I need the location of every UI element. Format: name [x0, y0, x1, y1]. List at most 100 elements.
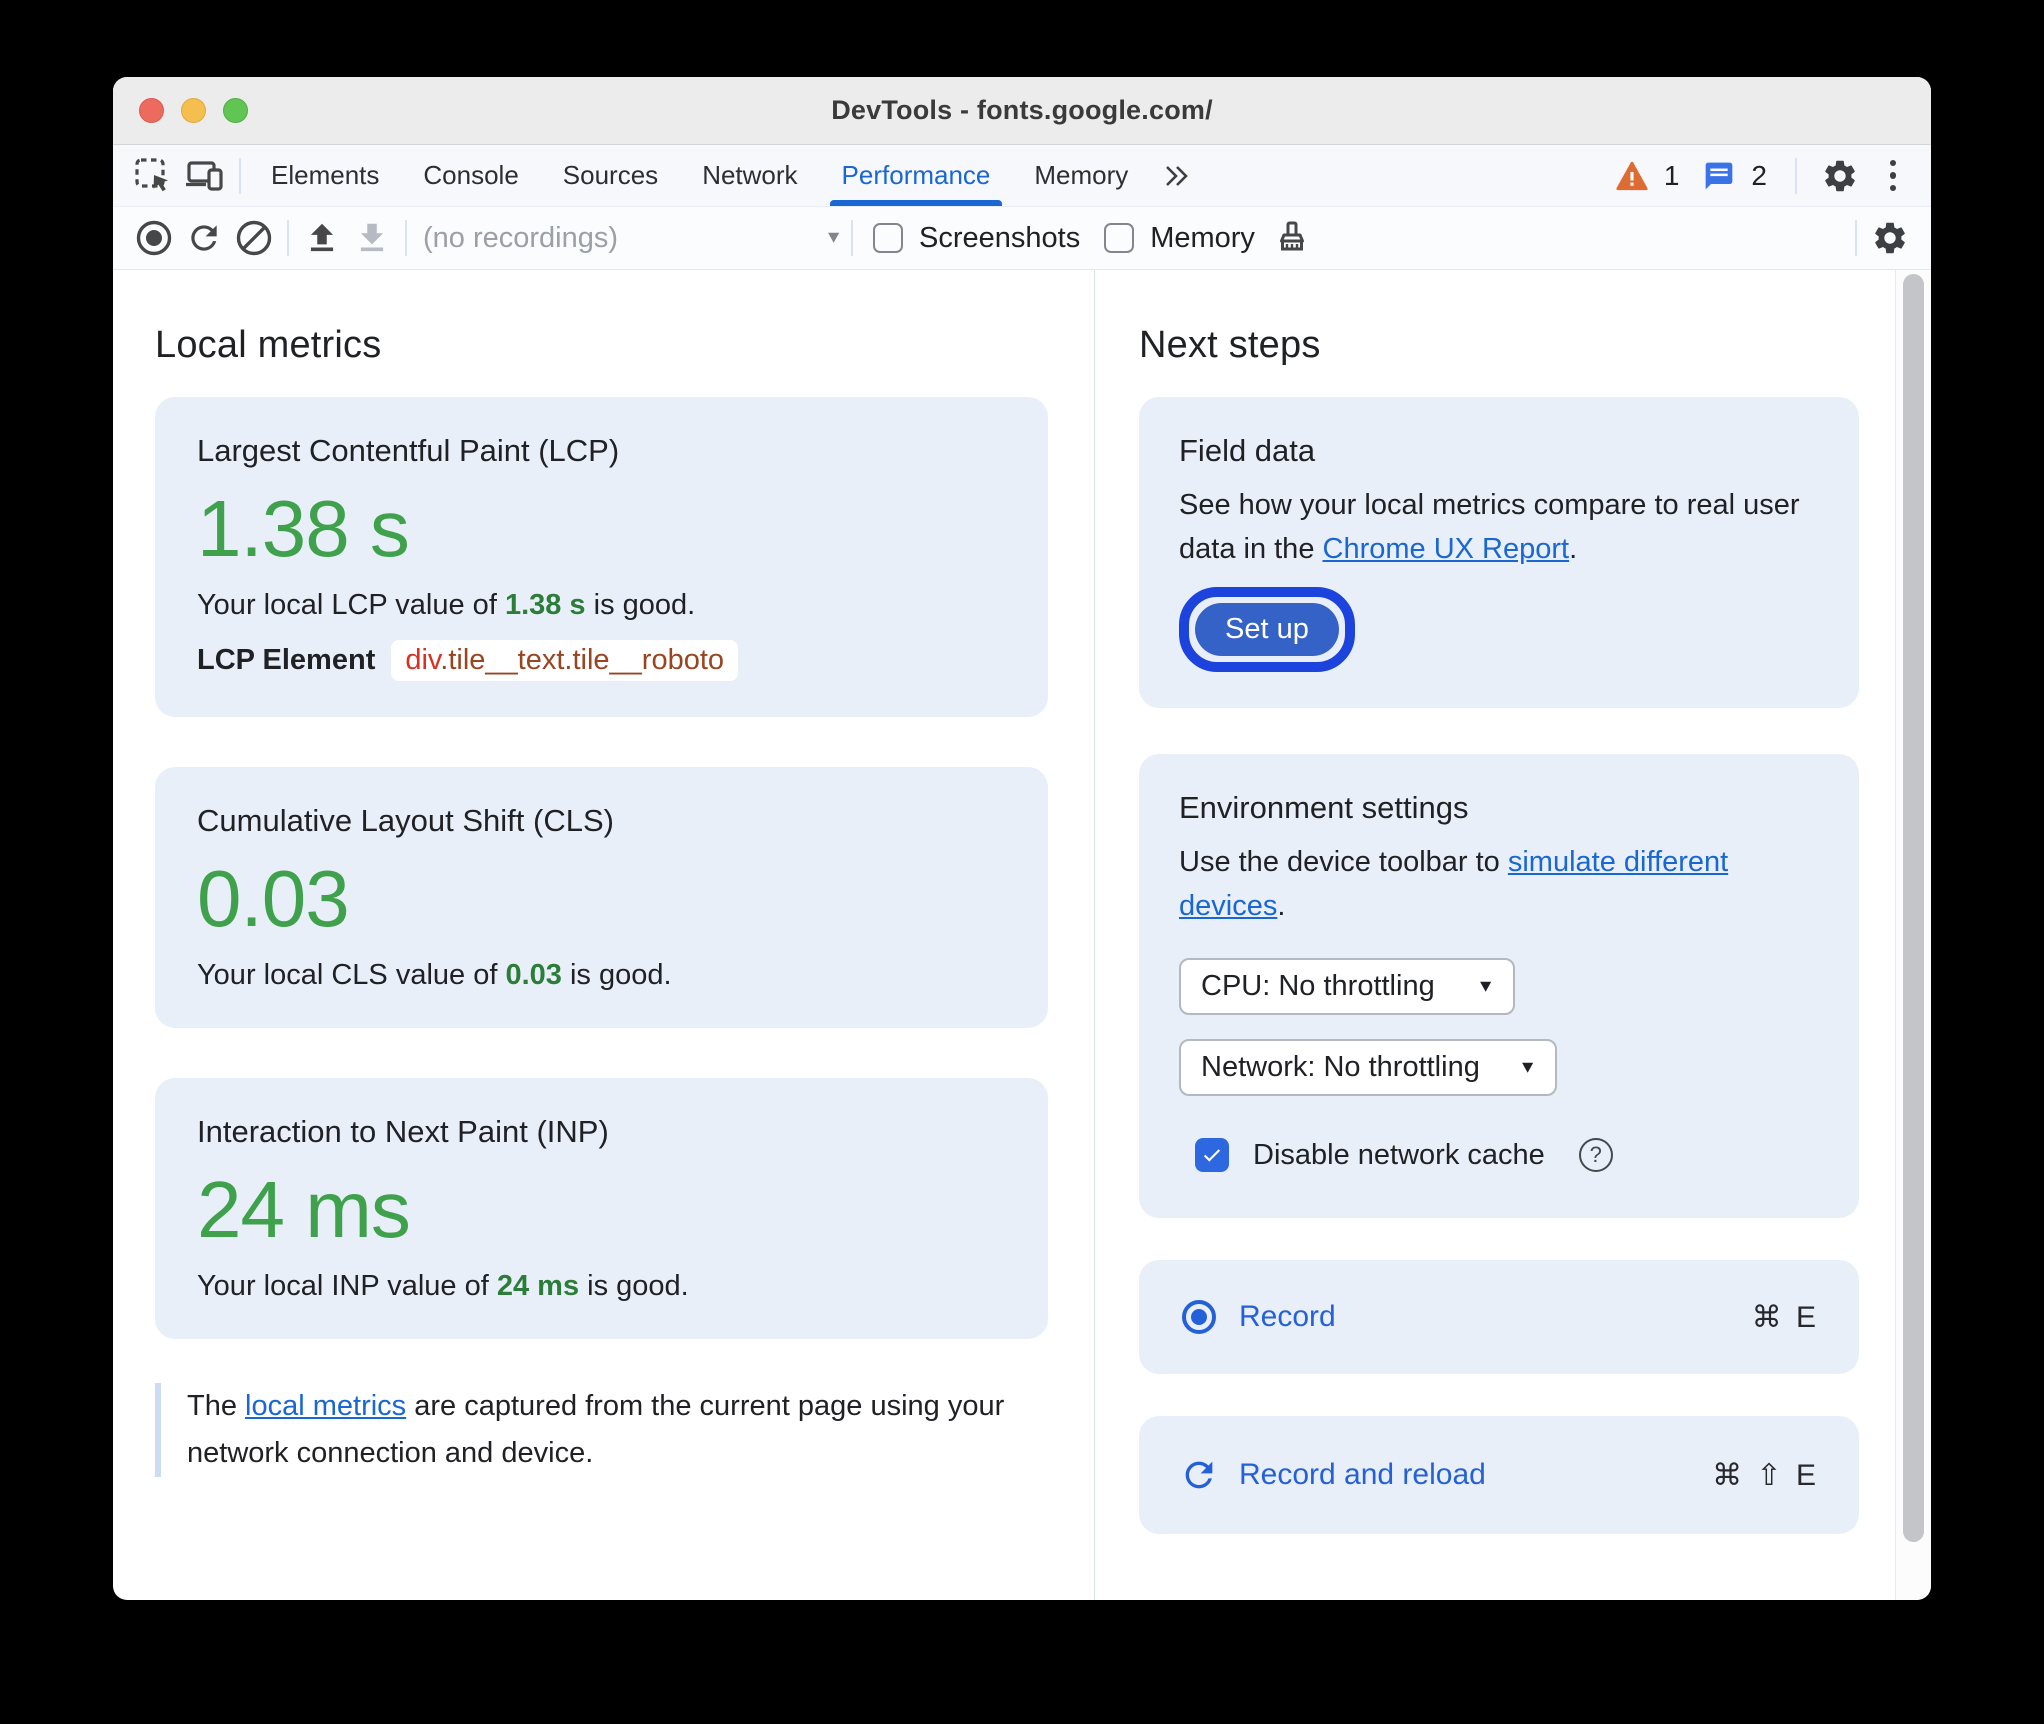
- local-metrics-footer: The local metrics are captured from the …: [155, 1383, 1035, 1477]
- recordings-select-value: (no recordings): [423, 221, 619, 254]
- cls-title: Cumulative Layout Shift (CLS): [197, 803, 614, 838]
- warnings-button[interactable]: [1612, 160, 1652, 192]
- vertical-scrollbar[interactable]: [1895, 270, 1931, 1600]
- screenshots-toggle[interactable]: Screenshots: [873, 222, 1080, 255]
- desc-text: .: [1569, 533, 1578, 566]
- divider: [1795, 157, 1797, 194]
- inspect-cursor-icon: [133, 156, 173, 196]
- tab-label: Sources: [562, 160, 659, 190]
- upload-icon: [303, 219, 341, 257]
- record-reload-action-card[interactable]: Record and reload ⌘ ⇧ E: [1139, 1416, 1859, 1535]
- screenshots-label: Screenshots: [919, 221, 1081, 254]
- set-up-button[interactable]: Set up: [1195, 603, 1339, 657]
- lcp-element-link[interactable]: div.tile__text.tile__roboto: [391, 640, 739, 681]
- divider: [851, 220, 853, 256]
- memory-checkbox[interactable]: [1104, 223, 1135, 253]
- tab-memory[interactable]: Memory: [1012, 145, 1150, 206]
- memory-toggle[interactable]: Memory: [1104, 222, 1255, 255]
- message-icon: [1702, 160, 1736, 192]
- cls-value: 0.03: [197, 854, 350, 943]
- local-metrics-heading: Local metrics: [155, 324, 382, 366]
- zoom-window-button[interactable]: [223, 98, 248, 123]
- cls-card: Cumulative Layout Shift (CLS) 0.03 Your …: [155, 767, 1048, 1028]
- chevron-down-icon: ▼: [824, 228, 843, 247]
- record-reload-action-label[interactable]: Record and reload: [1239, 1458, 1486, 1492]
- desc-text: is good.: [585, 589, 696, 621]
- disable-cache-checkbox[interactable]: [1195, 1138, 1229, 1173]
- tab-network[interactable]: Network: [680, 145, 819, 206]
- more-options-button[interactable]: [1875, 159, 1911, 192]
- desc-text: Your local CLS value of: [197, 959, 506, 991]
- record-icon: [135, 219, 173, 257]
- tab-performance[interactable]: Performance: [820, 145, 1013, 206]
- window-title: DevTools - fonts.google.com/: [831, 95, 1213, 125]
- chrome-ux-report-link[interactable]: Chrome UX Report: [1323, 533, 1570, 565]
- garbage-brush-icon: [1272, 218, 1312, 258]
- title-bar: DevTools - fonts.google.com/: [113, 77, 1931, 145]
- message-count: 2: [1751, 159, 1767, 191]
- inspect-element-button[interactable]: [127, 145, 179, 206]
- network-select-value: Network: No throttling: [1201, 1051, 1480, 1084]
- more-tabs-button[interactable]: [1150, 145, 1202, 206]
- issues-button[interactable]: [1699, 160, 1739, 192]
- settings-button[interactable]: [1817, 157, 1863, 195]
- device-toolbar-button[interactable]: [179, 145, 231, 206]
- cls-description: Your local CLS value of 0.03 is good.: [197, 959, 1006, 992]
- tab-sources[interactable]: Sources: [541, 145, 680, 206]
- memory-label: Memory: [1150, 221, 1255, 254]
- tab-label: Network: [702, 160, 798, 190]
- recordings-select[interactable]: (no recordings) ▼: [423, 222, 843, 255]
- desc-text: Your local LCP value of: [197, 589, 505, 621]
- record-reload-shortcut: ⌘ ⇧ E: [1712, 1458, 1819, 1492]
- device-toolbar-icon: [184, 156, 226, 196]
- local-metrics-link[interactable]: local metrics: [245, 1390, 406, 1422]
- record-icon: [1179, 1297, 1219, 1337]
- kebab-menu-icon: [1889, 159, 1897, 192]
- clear-button[interactable]: [229, 213, 279, 263]
- lcp-element-row: LCP Element div.tile__text.tile__roboto: [197, 640, 1006, 681]
- tab-elements[interactable]: Elements: [249, 145, 401, 206]
- environment-description: Use the device toolbar to simulate diffe…: [1179, 840, 1819, 928]
- download-icon: [353, 219, 391, 257]
- tabbar-right-cluster: 1 2: [1612, 145, 1917, 206]
- load-profile-button[interactable]: [297, 213, 347, 263]
- element-classes: .tile__text.tile__roboto: [440, 644, 725, 676]
- record-action-label[interactable]: Record: [1239, 1300, 1336, 1334]
- gear-icon: [1821, 157, 1859, 195]
- local-metrics-panel: Local metrics Largest Contentful Paint (…: [113, 270, 1095, 1600]
- chevron-down-icon: ▼: [1476, 976, 1495, 996]
- record-and-reload-button[interactable]: [179, 213, 229, 263]
- devtools-window: DevTools - fonts.google.com/ Elements Co…: [113, 77, 1931, 1600]
- divider: [1855, 220, 1857, 256]
- disable-cache-label: Disable network cache: [1253, 1138, 1545, 1171]
- desc-text: is good.: [561, 959, 672, 991]
- record-button[interactable]: [129, 213, 179, 263]
- desc-text: Your local INP value of: [197, 1270, 497, 1302]
- desc-text: Use the device toolbar to: [1179, 846, 1508, 879]
- traffic-lights: [139, 77, 248, 144]
- record-action-card[interactable]: Record ⌘ E: [1139, 1260, 1859, 1375]
- screenshots-checkbox[interactable]: [873, 223, 903, 253]
- panel-tabs: Elements Console Sources Network Perform…: [249, 145, 1150, 206]
- desc-text: is good.: [579, 1270, 689, 1302]
- divider: [239, 157, 241, 194]
- help-icon[interactable]: ?: [1578, 1138, 1613, 1173]
- next-steps-heading: Next steps: [1139, 324, 1321, 366]
- scrollbar-thumb[interactable]: [1903, 274, 1924, 1542]
- tab-console[interactable]: Console: [401, 145, 540, 206]
- gear-icon: [1871, 219, 1909, 257]
- collect-garbage-button[interactable]: [1267, 213, 1317, 263]
- lcp-element-label: LCP Element: [197, 644, 376, 676]
- save-profile-button[interactable]: [347, 213, 397, 263]
- network-throttling-select[interactable]: Network: No throttling ▼: [1179, 1039, 1557, 1097]
- divider: [405, 220, 407, 256]
- cpu-throttling-select[interactable]: CPU: No throttling ▼: [1179, 958, 1515, 1016]
- warning-icon: [1615, 160, 1649, 192]
- footer-text: The: [187, 1390, 246, 1422]
- tab-label: Performance: [841, 160, 991, 190]
- panel-settings-button[interactable]: [1865, 213, 1915, 263]
- chevron-down-icon: ▼: [1518, 1057, 1537, 1077]
- close-window-button[interactable]: [139, 98, 164, 123]
- field-data-description: See how your local metrics compare to re…: [1179, 483, 1819, 571]
- minimize-window-button[interactable]: [181, 98, 206, 123]
